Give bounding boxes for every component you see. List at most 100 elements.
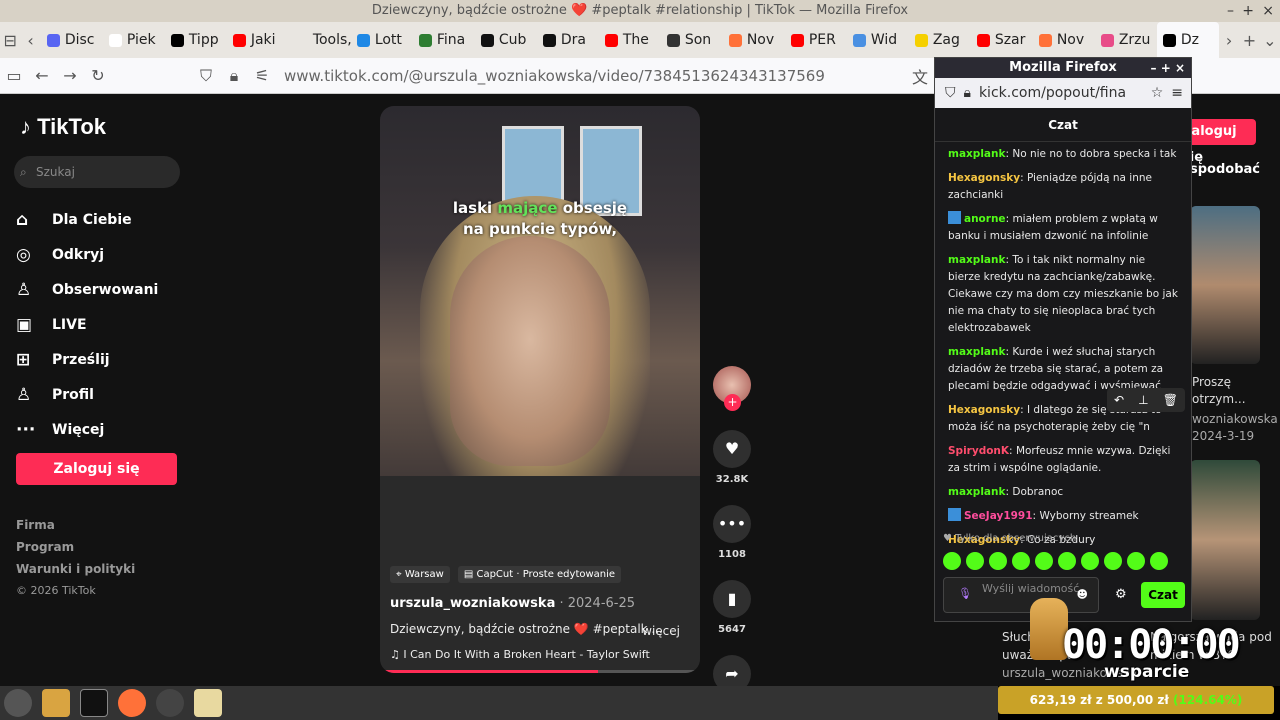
sidebar-toggle-icon[interactable]: ▭ [0,66,28,85]
browser-tab[interactable]: Zag [909,22,971,58]
browser-tab[interactable]: The [599,22,661,58]
related-author[interactable]: wozniakowska [1192,412,1278,426]
shield-icon[interactable]: ⛉ [945,78,956,108]
browser-tab[interactable]: Lott [351,22,413,58]
delete-icon[interactable]: 🗑︎ [1163,388,1178,412]
chat-username[interactable]: maxplank [948,148,1005,160]
chat-message[interactable]: maxplank: To i tak nikt normalny nie bie… [948,252,1179,337]
like-action[interactable]: ♥ 32.8K [712,430,752,485]
chat-message[interactable]: SpirydonK: Morfeusz mnie wzywa. Dzięki z… [948,443,1179,477]
comment-icon[interactable]: ••• [713,505,751,543]
browser-tab[interactable]: Dz [1156,22,1219,58]
sidebar-item-6[interactable]: ··· Więcej [16,412,158,447]
bookmark-icon[interactable]: ▮ [713,580,751,618]
video-player[interactable]: laski mające obsesję na punkcie typów, ⌖… [380,106,700,673]
chat-username[interactable]: SeeJay1991 [964,510,1033,522]
browser-tab[interactable]: Wid [847,22,909,58]
video-progress[interactable] [380,670,700,673]
files-icon[interactable] [42,689,70,717]
location-tag[interactable]: ⌖ Warsaw [390,566,450,583]
chat-username[interactable]: SpirydonK [948,445,1009,457]
chat-username[interactable]: Hexagonsky [948,404,1020,416]
url-field[interactable]: www.tiktok.com/@urszula_wozniakowska/vid… [284,67,825,85]
chat-message[interactable]: maxplank: Dobranoc [948,484,1179,501]
browser-tab[interactable]: PER [785,22,847,58]
browser-tab[interactable]: Zrzu [1095,22,1157,58]
related-video-thumb[interactable] [1190,206,1260,364]
browser-tab[interactable]: Cub [475,22,537,58]
browser-tab[interactable]: Szar [971,22,1033,58]
gear-icon[interactable]: ⚙ [1115,587,1127,602]
obs-icon[interactable] [156,689,184,717]
tab-scroll-left-icon[interactable]: ‹ [20,31,40,50]
sidebar-item-2[interactable]: ♙ Obserwowani [16,272,158,307]
chat-message[interactable]: SeeJay1991: Wyborny streamek [948,508,1179,525]
emote-icon[interactable] [1012,552,1030,570]
search-input[interactable]: ⌕ Szukaj [14,156,180,188]
start-menu-icon[interactable] [4,689,32,717]
chat-message[interactable]: anorne: miałem problem z wpłatą w banku … [948,211,1179,245]
lock-icon[interactable]: 🔒︎ [964,78,971,108]
forward-icon[interactable]: → [56,66,84,85]
lock-icon[interactable]: 🔒︎ [220,66,248,86]
emote-icon[interactable] [1150,552,1168,570]
chat-username[interactable]: maxplank [948,254,1005,266]
emote-icon[interactable] [1081,552,1099,570]
translate-icon[interactable]: 文 [906,64,934,88]
footer-link-terms[interactable]: Warunki i polityki [16,562,135,584]
emote-icon[interactable] [966,552,984,570]
emote-icon[interactable] [943,552,961,570]
chat-username[interactable]: maxplank [948,346,1005,358]
browser-tab[interactable]: Tools, [289,22,351,58]
emoji-icon[interactable]: ☻ [1077,588,1088,602]
sidebar-item-0[interactable]: ⌂ Dla Ciebie [16,202,158,237]
save-action[interactable]: ▮ 5647 [712,580,752,635]
mic-icon[interactable]: 🎙︎ [958,587,972,601]
reload-icon[interactable]: ↻ [84,66,112,85]
browser-tab[interactable]: Dra [537,22,599,58]
menu-icon[interactable]: ≡ [1171,78,1191,108]
pin-icon[interactable]: ⊥ [1138,388,1148,412]
heart-icon[interactable]: ♥ [713,430,751,468]
browser-tab[interactable]: Disc [41,22,103,58]
send-chat-button[interactable]: Czat [1141,582,1185,608]
chat-message[interactable]: Hexagonsky: Pieniądze pójdą na inne zach… [948,170,1179,204]
related-title[interactable]: Proszę [1192,375,1231,389]
emote-icon[interactable] [1127,552,1145,570]
emote-icon[interactable] [1058,552,1076,570]
tab-scroll-right-icon[interactable]: › [1219,31,1239,50]
right-tab-liked[interactable]: spodobać [1190,162,1260,177]
emote-icon[interactable] [1035,552,1053,570]
browser-tab[interactable]: Jaki [227,22,289,58]
chat-username[interactable]: anorne [964,213,1006,225]
emote-icon[interactable] [989,552,1007,570]
emote-icon[interactable] [1104,552,1122,570]
firefox-icon[interactable] [118,689,146,717]
maximize-icon[interactable]: + [1242,0,1254,22]
sidebar-item-1[interactable]: ◎ Odkryj [16,237,158,272]
permissions-icon[interactable]: ⚟ [248,66,276,85]
related-video-thumb[interactable] [1190,460,1260,620]
sidebar-item-5[interactable]: ♙ Profil [16,377,158,412]
footer-link-program[interactable]: Program [16,540,135,562]
capcut-tag[interactable]: ▤ CapCut · Proste edytowanie [457,566,622,583]
browser-tab[interactable]: Nov [1033,22,1095,58]
chat-message[interactable]: maxplank: No nie no to dobra specka i ta… [948,146,1179,163]
browser-tab[interactable]: Fina [413,22,475,58]
more-link[interactable]: więcej [642,624,680,638]
chat-input[interactable]: 🎙︎ Wyślij wiadomość ☻ [943,577,1099,613]
close-icon[interactable]: × [1262,0,1274,22]
footer-link-firma[interactable]: Firma [16,518,135,540]
follow-plus-icon[interactable]: + [724,394,741,411]
bookmark-star-icon[interactable]: ☆ [1151,78,1164,108]
browser-tab[interactable]: Nov [723,22,785,58]
video-author[interactable]: urszula_wozniakowska · 2024-6-25 [390,596,635,611]
author-avatar[interactable]: + [713,366,751,411]
tiktok-logo[interactable]: ♪ TikTok [20,114,106,140]
back-icon[interactable]: ← [28,66,56,85]
chat-username[interactable]: Hexagonsky [948,172,1020,184]
browser-tab[interactable]: Piek [103,22,165,58]
terminal-icon[interactable] [80,689,108,717]
shield-icon[interactable]: ⛉ [192,66,220,86]
tab-overflow-icon[interactable]: ⌄ [1260,31,1280,50]
